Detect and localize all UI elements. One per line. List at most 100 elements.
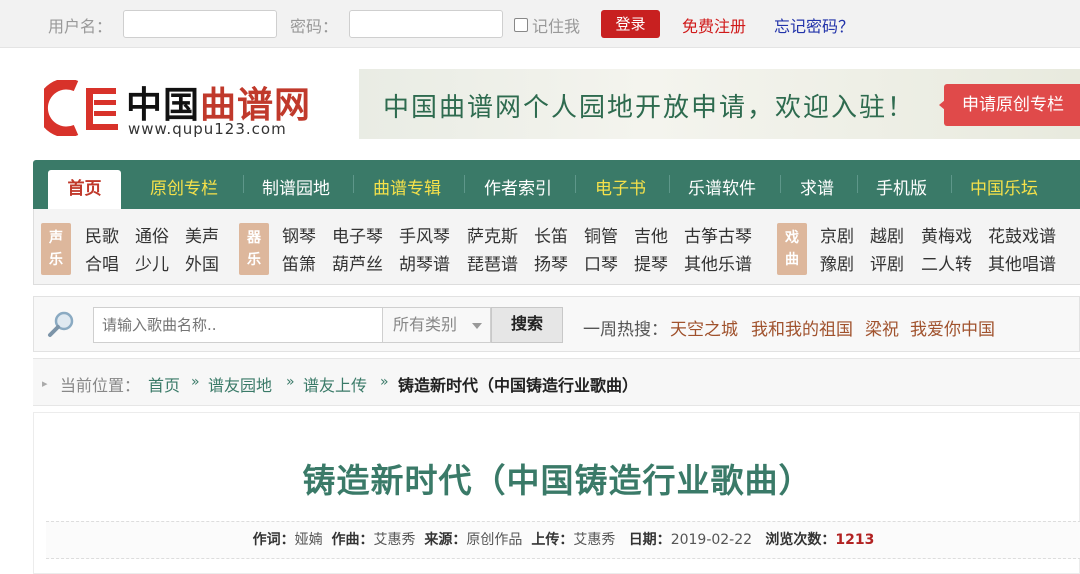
category-link[interactable]: 口琴 (584, 250, 618, 275)
vocal-tag: 声 乐 (41, 223, 71, 275)
nav-china-music[interactable]: 中国乐坛 (970, 174, 1038, 199)
vocal-tag-char: 声 (49, 230, 63, 246)
category-link[interactable]: 花鼓戏谱 (988, 222, 1056, 247)
nav-home[interactable]: 首页 (48, 170, 121, 209)
nav-divider (464, 175, 465, 193)
remember-label: 记住我 (532, 17, 581, 36)
main-nav: 首页 原创专栏 制谱园地 曲谱专辑 作者索引 电子书 乐谱软件 求谱 手机版 中… (33, 160, 1080, 209)
meta-lyricist: 娅婻 (294, 532, 323, 548)
meta-label: 日期： (628, 532, 671, 548)
register-link[interactable]: 免费注册 (682, 13, 746, 37)
category-link[interactable]: 评剧 (870, 250, 904, 275)
category-link[interactable]: 其他唱谱 (988, 250, 1056, 275)
banner-text: 中国曲谱网个人园地开放申请，欢迎入驻！ (383, 93, 916, 123)
forgot-password-link[interactable]: 忘记密码？ (774, 13, 854, 37)
chevron-down-icon (472, 323, 482, 329)
category-link[interactable]: 琵琶谱 (467, 250, 518, 275)
hot-search-link[interactable]: 我和我的祖国 (751, 315, 853, 340)
category-link[interactable]: 胡琴谱 (399, 250, 450, 275)
nav-mobile[interactable]: 手机版 (876, 174, 927, 199)
category-select[interactable]: 所有类别 (382, 307, 491, 343)
username-input[interactable] (123, 10, 277, 38)
vocal-tag-char: 乐 (49, 252, 63, 268)
remember-me[interactable]: 记住我 (514, 13, 580, 37)
category-link[interactable]: 京剧 (820, 222, 854, 247)
nav-ebook[interactable]: 电子书 (595, 174, 646, 199)
meta-composer: 艾惠秀 (373, 532, 416, 548)
promo-banner[interactable]: 中国曲谱网个人园地开放申请，欢迎入驻！ 申请原创专栏 (359, 69, 1080, 139)
nav-score-software[interactable]: 乐谱软件 (688, 174, 756, 199)
opera-tag-char: 戏 (785, 230, 799, 246)
instrument-tag: 器 乐 (239, 223, 269, 275)
meta-label: 上传： (531, 532, 574, 548)
breadcrumb-separator: » (191, 374, 200, 390)
search-bar: 所有类别 搜索 一周热搜： 天空之城 我和我的祖国 梁祝 我爱你中国 (33, 296, 1080, 352)
category-link[interactable]: 美声 (185, 222, 219, 247)
nav-divider (780, 175, 781, 193)
category-link[interactable]: 铜管 (584, 222, 618, 247)
search-button[interactable]: 搜索 (491, 307, 563, 343)
category-select-value: 所有类别 (393, 315, 458, 334)
instrument-tag-char: 乐 (247, 252, 261, 268)
meta-views: 1213 (835, 532, 875, 548)
category-link[interactable]: 少儿 (135, 250, 169, 275)
hot-search-link[interactable]: 天空之城 (670, 315, 738, 340)
category-link[interactable]: 扬琴 (534, 250, 568, 275)
category-link[interactable]: 手风琴 (399, 222, 450, 247)
search-input[interactable] (93, 307, 383, 343)
breadcrumb-upload[interactable]: 谱友上传 (303, 372, 367, 396)
meta-label: 浏览次数： (765, 532, 836, 548)
nav-divider (243, 175, 244, 193)
article-meta: 作词：娅婻 作曲：艾惠秀 来源：原创作品 上传：艾惠秀 日期：2019-02-2… (46, 521, 1080, 559)
search-icon (46, 309, 76, 339)
logo-icon[interactable] (36, 78, 122, 138)
breadcrumb: ▸ 当前位置： 首页 » 谱友园地 » 谱友上传 » 铸造新时代（中国铸造行业歌… (33, 358, 1080, 406)
category-link[interactable]: 钢琴 (282, 222, 316, 247)
logo-url: www.qupu123.com (128, 120, 287, 138)
opera-tag: 戏 曲 (777, 223, 807, 275)
category-link[interactable]: 提琴 (634, 250, 668, 275)
category-link[interactable]: 越剧 (870, 222, 904, 247)
category-link[interactable]: 古筝古琴 (684, 222, 752, 247)
category-link[interactable]: 外国 (185, 250, 219, 275)
meta-source: 原创作品 (466, 532, 523, 548)
category-link[interactable]: 笛箫 (282, 250, 316, 275)
meta-label: 来源： (424, 532, 467, 548)
nav-notation-garden[interactable]: 制谱园地 (262, 174, 330, 199)
breadcrumb-separator: » (286, 374, 295, 390)
category-link[interactable]: 通俗 (135, 222, 169, 247)
login-bar: 用户名： 密码： 记住我 登录 免费注册 忘记密码？ (0, 0, 1080, 48)
breadcrumb-current: 铸造新时代（中国铸造行业歌曲） (398, 376, 639, 395)
category-link[interactable]: 吉他 (634, 222, 668, 247)
category-link[interactable]: 民歌 (85, 222, 119, 247)
category-link[interactable]: 电子琴 (332, 222, 383, 247)
nav-author-index[interactable]: 作者索引 (484, 174, 552, 199)
nav-divider (669, 175, 670, 193)
category-link[interactable]: 其他乐谱 (684, 250, 752, 275)
username-label: 用户名： (48, 17, 113, 36)
opera-tag-char: 曲 (785, 252, 799, 268)
category-link[interactable]: 长笛 (534, 222, 568, 247)
breadcrumb-home[interactable]: 首页 (148, 372, 180, 396)
hot-search-label: 一周热搜： (583, 320, 668, 340)
nav-request[interactable]: 求谱 (800, 174, 834, 199)
breadcrumb-garden[interactable]: 谱友园地 (208, 372, 272, 396)
category-link[interactable]: 葫芦丝 (332, 250, 383, 275)
login-button[interactable]: 登录 (601, 10, 660, 38)
meta-uploader: 艾惠秀 (573, 532, 616, 548)
password-input[interactable] (349, 10, 503, 38)
category-link[interactable]: 萨克斯 (467, 222, 518, 247)
hot-search-link[interactable]: 梁祝 (865, 315, 899, 340)
apply-column-button[interactable]: 申请原创专栏 (944, 84, 1080, 126)
category-link[interactable]: 豫剧 (820, 250, 854, 275)
hot-search-link[interactable]: 我爱你中国 (910, 315, 995, 340)
category-link[interactable]: 黄梅戏 (921, 222, 972, 247)
category-link[interactable]: 二人转 (921, 250, 972, 275)
nav-divider (353, 175, 354, 193)
meta-date: 2019-02-22 (670, 532, 753, 548)
remember-checkbox[interactable] (514, 18, 528, 32)
nav-original-column[interactable]: 原创专栏 (150, 174, 218, 199)
category-link[interactable]: 合唱 (85, 250, 119, 275)
meta-label: 作词： (252, 532, 295, 548)
nav-score-album[interactable]: 曲谱专辑 (373, 174, 441, 199)
